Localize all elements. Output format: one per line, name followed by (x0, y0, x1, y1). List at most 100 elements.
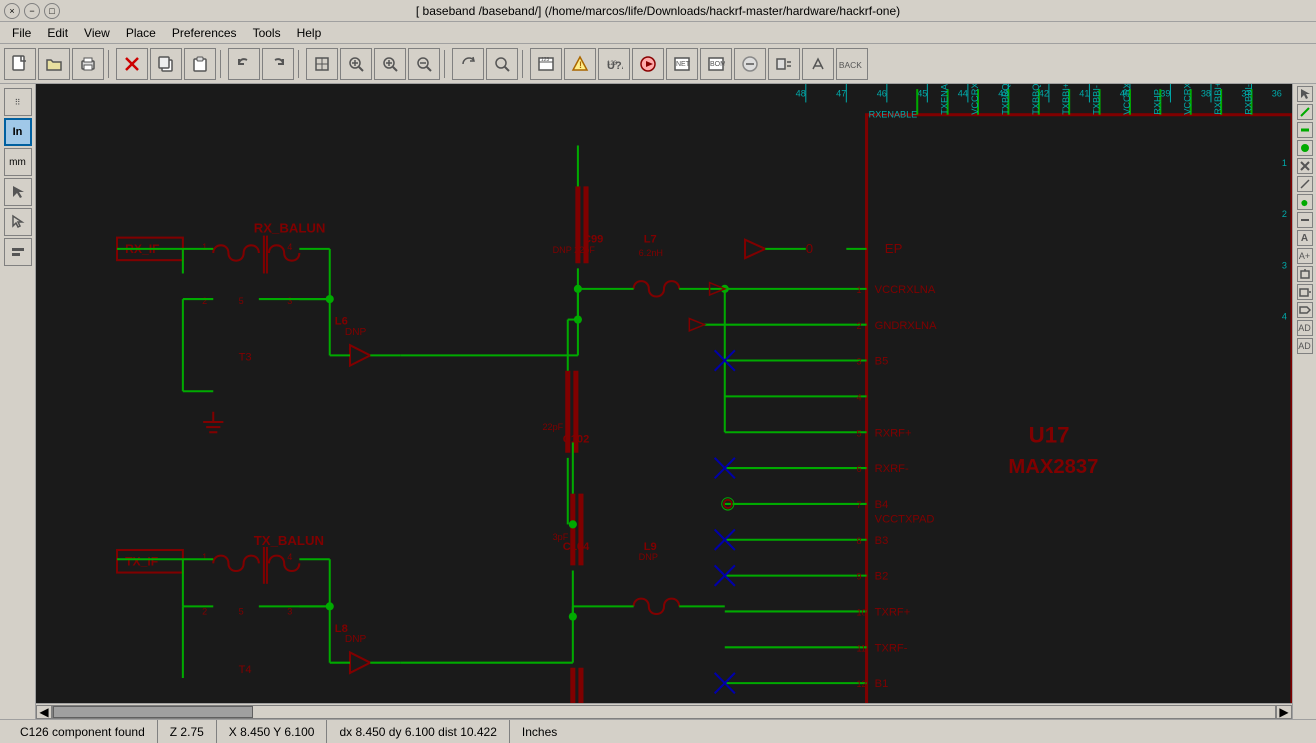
sep4 (444, 50, 448, 78)
add-power-tool[interactable] (1297, 266, 1313, 282)
svg-text:TX_IF: TX_IF (125, 554, 159, 568)
net-button[interactable]: NET (666, 48, 698, 80)
junction-tool[interactable] (1297, 140, 1313, 156)
add-hier-label[interactable] (1297, 302, 1313, 318)
svg-text:46: 46 (877, 88, 887, 98)
menu-view[interactable]: View (76, 24, 118, 42)
schematic-svg[interactable]: 48 47 46 45 44 43 42 41 40 39 38 37 36 (36, 84, 1292, 719)
svg-text:5: 5 (856, 428, 861, 438)
svg-text:BACK: BACK (839, 59, 862, 69)
line-tool[interactable] (1297, 212, 1313, 228)
right-drawing-toolbar: ● A A+ AD AD (1292, 84, 1316, 719)
svg-text:DNP 22pF: DNP 22pF (553, 245, 596, 255)
green-dot-1[interactable]: ● (1297, 194, 1313, 210)
svg-text:2: 2 (202, 606, 207, 616)
erc-button[interactable]: ! (564, 48, 596, 80)
svg-text:6.2nH: 6.2nH (639, 248, 663, 258)
maximize-button[interactable]: □ (44, 3, 60, 19)
add-label-tool[interactable] (1297, 284, 1313, 300)
menu-file[interactable]: File (4, 24, 39, 42)
select-cursor-button[interactable] (4, 178, 32, 206)
redo-button[interactable] (262, 48, 294, 80)
menu-place[interactable]: Place (118, 24, 164, 42)
sep2 (220, 50, 224, 78)
svg-text:NET: NET (676, 61, 691, 68)
svg-text:RXBBI+: RXBBI+ (1213, 84, 1223, 115)
component-count: C126 component found (8, 720, 158, 743)
svg-text:3pF: 3pF (553, 532, 569, 542)
svg-text:B5: B5 (875, 356, 889, 368)
svg-text:22pF: 22pF (542, 422, 563, 432)
add-component-tool[interactable]: A+ (1297, 248, 1313, 264)
align-tool-button[interactable] (4, 238, 32, 266)
wire-tool[interactable] (1297, 104, 1313, 120)
menu-preferences[interactable]: Preferences (164, 24, 245, 42)
scroll-left-button[interactable]: ◀ (36, 705, 52, 719)
toolbar: 123 ! U?A123 NET BOM BACK (0, 44, 1316, 84)
bom-button[interactable]: BOM (700, 48, 732, 80)
undo-button[interactable] (228, 48, 260, 80)
svg-text:3: 3 (287, 296, 292, 306)
unit-mm-button[interactable]: mm (4, 148, 32, 176)
svg-text:2: 2 (202, 296, 207, 306)
bus-tool[interactable] (1297, 122, 1313, 138)
move-dots-button[interactable]: ⠿ (4, 88, 32, 116)
sep3 (298, 50, 302, 78)
zoom-fit-button[interactable] (306, 48, 338, 80)
delete-button[interactable] (116, 48, 148, 80)
add-hier-pin[interactable]: AD (1297, 338, 1313, 354)
svg-text:T4: T4 (239, 664, 252, 676)
svg-text:B1: B1 (875, 678, 889, 690)
open-file-button[interactable] (38, 48, 70, 80)
menu-tools[interactable]: Tools (245, 24, 289, 42)
svg-text:5: 5 (239, 606, 244, 616)
svg-text:36: 36 (1272, 88, 1282, 98)
svg-text:DNP: DNP (639, 552, 658, 562)
refresh-button[interactable] (452, 48, 484, 80)
tool-a[interactable] (734, 48, 766, 80)
menu-edit[interactable]: Edit (39, 24, 76, 42)
horizontal-scrollbar[interactable]: ◀ ▶ (36, 703, 1292, 719)
svg-text:1: 1 (856, 285, 861, 295)
copy-button[interactable] (150, 48, 182, 80)
svg-text:RXRF-: RXRF- (875, 463, 909, 475)
back-button[interactable]: BACK (836, 48, 868, 80)
minimize-button[interactable]: − (24, 3, 40, 19)
scroll-right-button[interactable]: ▶ (1276, 705, 1292, 719)
text-add-tool[interactable]: A (1297, 230, 1313, 246)
menu-help[interactable]: Help (289, 24, 330, 42)
scrollbar-track[interactable] (52, 705, 1276, 719)
tool-b[interactable] (768, 48, 800, 80)
add-sheet[interactable]: AD (1297, 320, 1313, 336)
svg-text:VCCRXMX: VCCRXMX (970, 84, 980, 115)
annotate-button[interactable]: U?A123 (598, 48, 630, 80)
search-button[interactable] (486, 48, 518, 80)
zoom-in-button[interactable] (374, 48, 406, 80)
no-connect-tool[interactable] (1297, 158, 1313, 174)
sep5 (522, 50, 526, 78)
schematic-canvas-container[interactable]: 48 47 46 45 44 43 42 41 40 39 38 37 36 (36, 84, 1292, 719)
svg-text:B4: B4 (875, 499, 889, 511)
svg-text:38: 38 (1201, 88, 1211, 98)
svg-text:3: 3 (1282, 260, 1287, 270)
svg-text:45: 45 (917, 88, 927, 98)
svg-text:L7: L7 (644, 234, 657, 246)
netlist-button[interactable]: 123 (530, 48, 562, 80)
statusbar: C126 component found Z 2.75 X 8.450 Y 6.… (0, 719, 1316, 743)
scrollbar-thumb[interactable] (53, 706, 253, 718)
unit-in-button[interactable]: In (4, 118, 32, 146)
zoom-out-button[interactable] (408, 48, 440, 80)
zoom-area-button[interactable] (340, 48, 372, 80)
wire-entry-tool[interactable] (1297, 176, 1313, 192)
cursor-tool[interactable] (1297, 86, 1313, 102)
svg-text:DNP: DNP (345, 327, 367, 338)
tool-c[interactable] (802, 48, 834, 80)
run-button[interactable] (632, 48, 664, 80)
select-tool-button[interactable] (4, 208, 32, 236)
new-button[interactable] (4, 48, 36, 80)
print-button[interactable] (72, 48, 104, 80)
paste-button[interactable] (184, 48, 216, 80)
close-button[interactable]: × (4, 3, 20, 19)
zoom-level: Z 2.75 (158, 720, 217, 743)
sep1 (108, 50, 112, 78)
